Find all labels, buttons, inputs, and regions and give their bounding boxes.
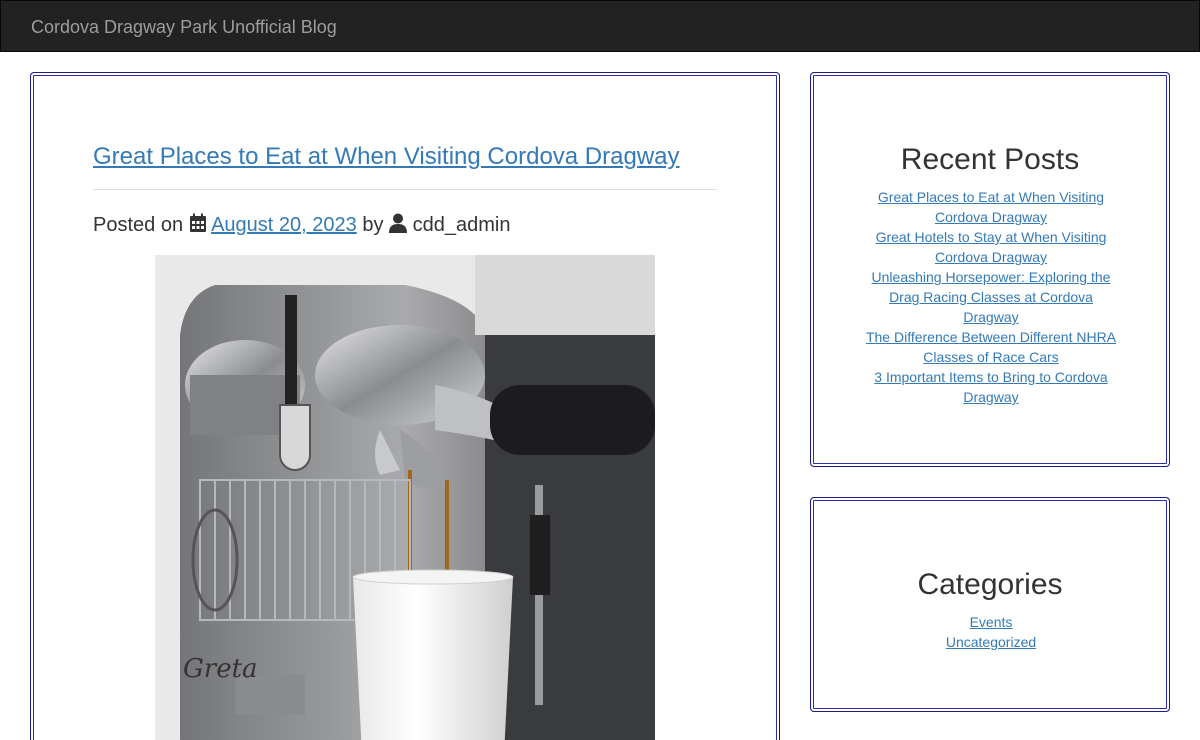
categories-widget: Categories Events Uncategorized xyxy=(810,497,1170,712)
list-item: Great Hotels to Stay at When Visiting Co… xyxy=(861,227,1121,267)
post-card: Great Places to Eat at When Visiting Cor… xyxy=(30,72,780,740)
site-brand-link[interactable]: Cordova Dragway Park Unofficial Blog xyxy=(31,16,337,38)
post-title: Great Places to Eat at When Visiting Cor… xyxy=(93,143,680,171)
calendar-icon xyxy=(189,213,207,239)
post-meta: Posted on August 20, 2023 by cdd_admin xyxy=(93,213,510,239)
post-date-link[interactable]: August 20, 2023 xyxy=(211,214,357,236)
post-featured-image: Greta xyxy=(155,255,655,740)
recent-post-link[interactable]: Unleashing Horsepower: Exploring the Dra… xyxy=(872,269,1111,325)
top-navbar: Cordova Dragway Park Unofficial Blog xyxy=(0,0,1200,52)
user-icon xyxy=(389,213,408,239)
list-item: Great Places to Eat at When Visiting Cor… xyxy=(861,187,1121,227)
by-label: by xyxy=(362,214,384,236)
list-item: Unleashing Horsepower: Exploring the Dra… xyxy=(861,267,1121,327)
recent-post-link[interactable]: 3 Important Items to Bring to Cordova Dr… xyxy=(874,369,1107,405)
recent-posts-widget: Recent Posts Great Places to Eat at When… xyxy=(810,72,1170,467)
recent-post-link[interactable]: The Difference Between Different NHRA Cl… xyxy=(866,329,1116,365)
list-item: The Difference Between Different NHRA Cl… xyxy=(861,327,1121,367)
list-item: Events xyxy=(861,612,1121,632)
post-author: cdd_admin xyxy=(412,214,511,236)
categories-title: Categories xyxy=(917,568,1063,601)
recent-post-link[interactable]: Great Hotels to Stay at When Visiting Co… xyxy=(876,229,1107,265)
recent-post-link[interactable]: Great Places to Eat at When Visiting Cor… xyxy=(878,189,1104,225)
category-link-events[interactable]: Events xyxy=(970,614,1013,630)
recent-posts-list: Great Places to Eat at When Visiting Cor… xyxy=(861,187,1121,407)
post-title-link[interactable]: Great Places to Eat at When Visiting Cor… xyxy=(93,143,680,170)
machine-brand-text: Greta xyxy=(183,654,258,684)
category-link-uncategorized[interactable]: Uncategorized xyxy=(946,634,1036,650)
list-item: Uncategorized xyxy=(861,632,1121,652)
list-item: 3 Important Items to Bring to Cordova Dr… xyxy=(861,367,1121,407)
recent-posts-title: Recent Posts xyxy=(900,143,1080,176)
title-divider xyxy=(93,189,717,190)
posted-on-label: Posted on xyxy=(93,214,184,236)
categories-list: Events Uncategorized xyxy=(861,612,1121,652)
